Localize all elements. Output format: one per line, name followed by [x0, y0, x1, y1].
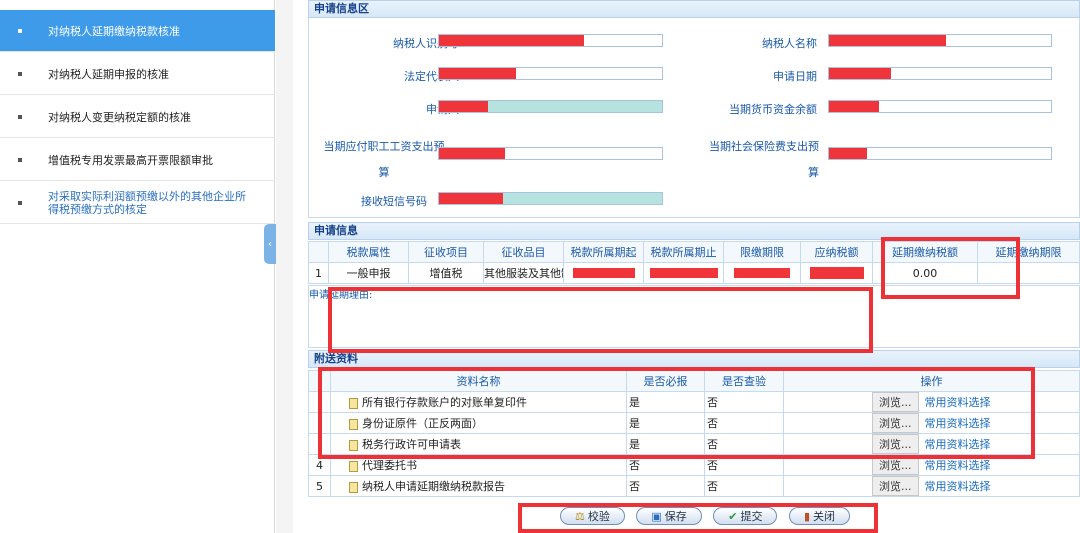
taxpayer-id-field[interactable]	[438, 34, 663, 47]
label: 申请人	[309, 101, 459, 117]
sidebar-item-invoice-limit[interactable]: 增值税专用发票最高开票限额审批	[0, 139, 275, 181]
bullet-icon	[18, 200, 22, 205]
bullet-icon	[18, 28, 22, 33]
label: 法定代表人	[404, 70, 459, 83]
attachment-row: 5 纳税人申请延期缴纳税款报告 否 否 浏览... 常用资料选择	[308, 475, 1080, 497]
redacted	[800, 262, 873, 284]
common-material-link[interactable]: 常用资料选择	[925, 480, 991, 493]
redacted	[723, 262, 801, 284]
document-icon	[349, 481, 358, 493]
annotation-box	[318, 367, 1035, 459]
label: 当期货币资金余额	[729, 103, 817, 116]
sidebar-item-quota-change[interactable]: 对纳税人变更纳税定额的核准	[0, 96, 275, 138]
applicant-panel: 纳税人识别号 纳税人名称 法定代表人 申请日期 申请人 当期货币资金余额 当期应…	[308, 18, 1080, 218]
label: 接收短信号码	[361, 195, 427, 208]
applicant-field[interactable]	[438, 100, 663, 113]
social-budget-field[interactable]	[828, 147, 1052, 160]
bullet-icon	[18, 71, 22, 76]
redacted	[643, 262, 724, 284]
sidebar-collapse-button[interactable]: ‹	[264, 224, 276, 264]
apply-date-field[interactable]	[828, 67, 1052, 80]
browse-button[interactable]: 浏览...	[872, 476, 919, 496]
redacted	[563, 262, 644, 284]
label: 申请日期	[773, 70, 817, 83]
sidebar-item-prepay-method[interactable]: 对采取实际利润额预缴以外的其他企业所得税预缴方式的核定	[0, 182, 275, 224]
bullet-icon	[18, 114, 22, 119]
sidebar: 对纳税人延期缴纳税款核准 对纳税人延期申报的核准 对纳税人变更纳税定额的核准 增…	[0, 0, 275, 533]
annotation-box	[518, 503, 878, 533]
label: 纳税人识别号	[393, 37, 459, 50]
sidebar-item-deferred-payment[interactable]: 对纳税人延期缴纳税款核准	[0, 10, 275, 52]
label: 当期社会保险费支出预算	[709, 140, 819, 179]
sidebar-item-deferred-filing[interactable]: 对纳税人延期申报的核准	[0, 53, 275, 95]
taxpayer-name-field[interactable]	[828, 34, 1052, 47]
annotation-box	[881, 237, 1020, 299]
gutter	[276, 0, 293, 533]
sms-phone-field[interactable]	[438, 192, 663, 205]
bullet-icon	[18, 157, 22, 162]
section-header: 申请信息区	[308, 0, 1080, 18]
legal-rep-field[interactable]	[438, 67, 663, 80]
common-material-link[interactable]: 常用资料选择	[925, 459, 991, 472]
chevron-left-icon: ‹	[268, 238, 272, 250]
label: 当期应付职工工资支出预算	[323, 140, 445, 179]
cash-balance-field[interactable]	[828, 100, 1052, 113]
label: 纳税人名称	[762, 37, 817, 50]
wage-budget-field[interactable]	[438, 147, 663, 160]
document-icon	[349, 460, 358, 472]
annotation-box	[328, 287, 873, 353]
